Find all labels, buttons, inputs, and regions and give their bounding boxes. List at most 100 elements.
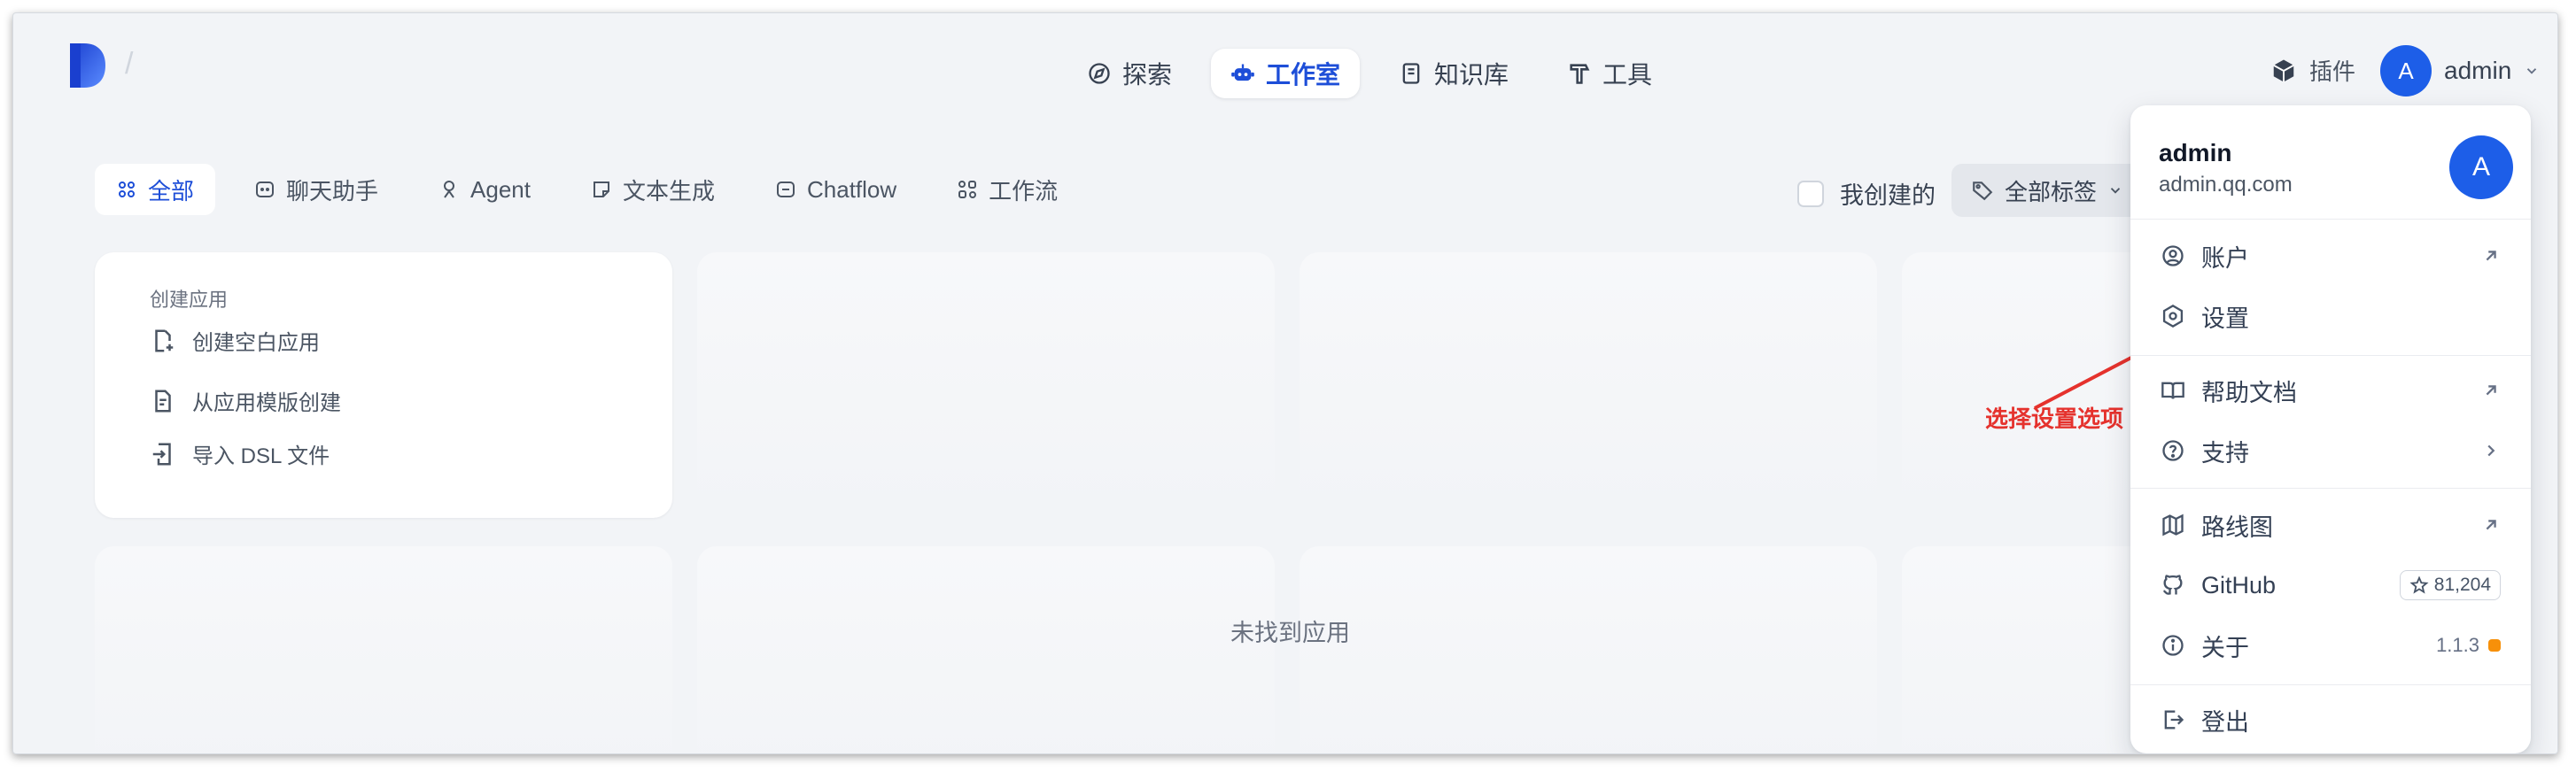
plugins-label: 插件	[2309, 58, 2356, 85]
external-link-icon	[2486, 251, 2496, 261]
create-from-template-label: 从应用模版创建	[192, 391, 341, 415]
menu-item-settings[interactable]: 设置	[2146, 290, 2515, 343]
nav-tools[interactable]: 工具	[1548, 49, 1672, 98]
menu-divider	[2130, 355, 2531, 356]
menu-item-logout[interactable]: 登出	[2146, 693, 2515, 746]
create-blank-app-label: 创建空白应用	[192, 331, 320, 355]
tag-filter-label: 全部标签	[2005, 178, 2098, 205]
menu-item-github[interactable]: GitHub 81,204	[2146, 559, 2515, 612]
avatar: A	[2449, 135, 2513, 199]
star-icon	[2409, 575, 2429, 594]
filter-agent-label: Agent	[470, 175, 531, 203]
account-dropdown-menu: admin admin.qq.com A 账户 设置 帮助文档 支持 路线图 G…	[2130, 105, 2531, 753]
nav-studio[interactable]: 工作室	[1211, 49, 1361, 98]
app-card-placeholder	[697, 252, 1275, 518]
gear-icon	[2162, 304, 2184, 328]
nav-tools-label: 工具	[1602, 61, 1653, 89]
chat-bot-icon	[256, 181, 275, 197]
menu-item-github-label: GitHub	[2201, 571, 2277, 598]
menu-item-support[interactable]: 支持	[2146, 424, 2515, 477]
app-card-placeholder	[1300, 546, 1877, 753]
menu-divider	[2130, 219, 2531, 220]
app-logo[interactable]	[70, 43, 105, 88]
filter-chat-assistant[interactable]: 聊天助手	[233, 164, 400, 215]
github-stars-badge: 81,204	[2399, 570, 2501, 600]
annotation-label: 选择设置选项	[1985, 405, 2124, 432]
chevron-right-icon	[2487, 444, 2495, 457]
menu-item-settings-label: 设置	[2201, 305, 2249, 332]
menu-item-about[interactable]: 关于 1.1.3	[2146, 619, 2515, 672]
agent-icon	[444, 181, 455, 198]
filter-chatflow[interactable]: Chatflow	[754, 164, 918, 215]
nav-knowledge[interactable]: 知识库	[1379, 49, 1528, 98]
file-import-icon	[152, 443, 171, 465]
chatflow-icon	[777, 181, 795, 197]
app-card-placeholder	[697, 546, 1275, 753]
breadcrumb-separator: /	[125, 47, 134, 81]
menu-item-about-label: 关于	[2201, 634, 2249, 661]
filter-agent[interactable]: Agent	[417, 164, 552, 215]
create-app-title: 创建应用	[150, 289, 229, 311]
file-plus-icon	[155, 329, 174, 351]
chevron-down-icon	[2110, 188, 2121, 194]
robot-icon	[1231, 64, 1254, 81]
grid-icon	[119, 181, 135, 197]
map-icon	[2162, 513, 2184, 537]
chevron-down-icon	[2527, 68, 2537, 74]
username-label: admin	[2444, 57, 2512, 84]
nav-explore[interactable]: 探索	[1067, 49, 1191, 98]
app-card-placeholder	[95, 546, 672, 753]
menu-email: admin.qq.com	[2159, 173, 2293, 197]
import-dsl-label: 导入 DSL 文件	[192, 444, 330, 468]
create-blank-app-button[interactable]: 创建空白应用	[150, 325, 320, 356]
menu-item-help-docs[interactable]: 帮助文档	[2146, 364, 2515, 417]
github-stars-count: 81,204	[2433, 575, 2491, 595]
filter-all-label: 全部	[148, 177, 195, 205]
filter-text-generation[interactable]: 文本生成	[570, 164, 736, 215]
menu-item-roadmap-label: 路线图	[2201, 513, 2273, 541]
menu-item-roadmap[interactable]: 路线图	[2146, 498, 2515, 552]
app-window: / 探索 工作室 知识库 工具 插件 A admin 全部 聊天助手 Agent…	[12, 12, 2558, 754]
user-menu-button[interactable]: A admin	[2380, 45, 2540, 96]
main-nav: 探索 工作室 知识库 工具	[1067, 49, 1672, 98]
create-app-card: 创建应用 创建空白应用 从应用模版创建 导入 DSL 文件	[95, 252, 672, 518]
filter-text-generation-label: 文本生成	[622, 177, 715, 205]
menu-item-account[interactable]: 账户	[2146, 229, 2515, 282]
menu-item-help-docs-label: 帮助文档	[2201, 379, 2297, 406]
menu-item-account-label: 账户	[2201, 244, 2249, 272]
menu-item-support-label: 支持	[2201, 439, 2249, 467]
workflow-icon	[958, 181, 977, 198]
tag-filter-dropdown[interactable]: 全部标签	[1951, 164, 2144, 217]
filter-chat-assistant-label: 聊天助手	[286, 177, 379, 205]
book-icon	[1402, 63, 1420, 84]
menu-username: admin	[2159, 139, 2232, 166]
hammer-icon	[1570, 64, 1590, 84]
version-label: 1.1.3	[2436, 634, 2479, 656]
plugins-button[interactable]: 插件	[2270, 54, 2355, 87]
avatar: A	[2380, 45, 2432, 96]
created-by-me-toggle[interactable]: 我创建的	[1797, 176, 1936, 211]
app-type-filters: 全部 聊天助手 Agent 文本生成 Chatflow 工作流	[95, 164, 1079, 215]
created-by-me-checkbox[interactable]	[1797, 180, 1824, 207]
cube-icon	[2273, 59, 2294, 81]
menu-divider	[2130, 684, 2531, 685]
nav-knowledge-label: 知识库	[1434, 61, 1509, 89]
menu-item-logout-label: 登出	[2201, 708, 2249, 736]
external-link-icon	[2486, 385, 2496, 396]
filter-all[interactable]: 全部	[95, 164, 216, 215]
question-circle-icon	[2162, 440, 2184, 461]
compass-icon	[1089, 63, 1110, 84]
filter-workflow[interactable]: 工作流	[935, 164, 1079, 215]
top-header: / 探索 工作室 知识库 工具 插件 A admin	[13, 13, 2557, 116]
nav-studio-label: 工作室	[1266, 61, 1341, 89]
app-card-placeholder	[1300, 252, 1877, 518]
filter-chatflow-label: Chatflow	[807, 175, 897, 203]
user-circle-icon	[2162, 245, 2184, 266]
file-template-icon	[155, 390, 171, 412]
create-from-template-button[interactable]: 从应用模版创建	[150, 385, 341, 416]
update-indicator-dot	[2488, 639, 2501, 652]
menu-divider	[2130, 488, 2531, 489]
import-dsl-button[interactable]: 导入 DSL 文件	[150, 438, 330, 469]
info-circle-icon	[2162, 635, 2184, 656]
nav-explore-label: 探索	[1122, 61, 1173, 89]
